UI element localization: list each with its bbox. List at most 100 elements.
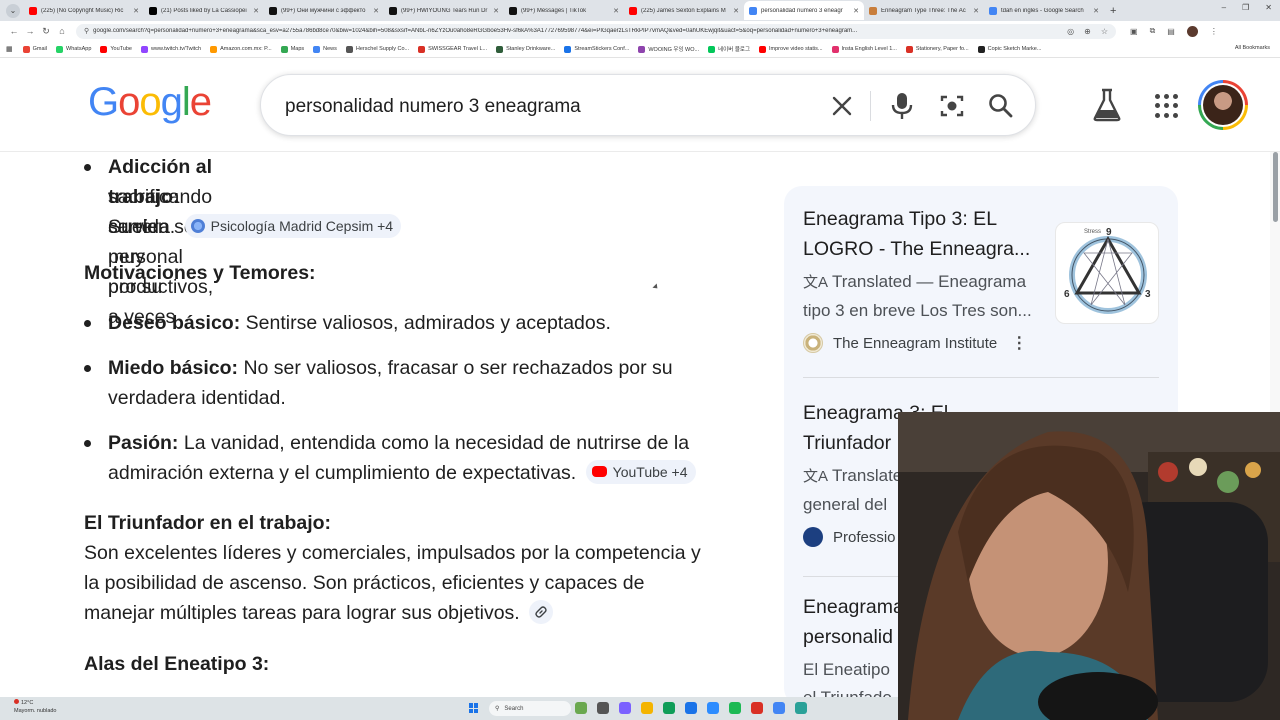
camera-search-icon[interactable] [935, 89, 969, 123]
close-window-icon[interactable]: ✕ [1265, 3, 1272, 12]
bookmark-item[interactable]: Amazon.com.mx: P... [210, 45, 272, 53]
voice-search-icon[interactable] [885, 89, 919, 123]
extension-icon[interactable]: ▣ [1130, 27, 1138, 36]
scrollbar-thumb[interactable] [1273, 152, 1278, 222]
apps-grid-icon[interactable]: ▦ [6, 45, 13, 53]
browser-tab[interactable]: (99+) HWIYOUNG Tears Run Dr ✕ [384, 1, 504, 20]
profile-avatar[interactable] [1186, 25, 1198, 37]
browser-tab[interactable]: personalidad numero 3 eneagr ✕ [744, 1, 864, 20]
bookmark-item[interactable]: Improve video statis... [759, 45, 823, 53]
bookmark-item[interactable]: Gmail [22, 45, 47, 53]
weather-widget[interactable]: 12°C Mayorm. nublado [14, 699, 57, 715]
bookmark-item[interactable]: News [313, 45, 337, 53]
browser-menu-icon[interactable]: ⋮ [1210, 27, 1218, 36]
browser-tab[interactable]: (99+) Messages | TikTok ✕ [504, 1, 624, 20]
browser-tab[interactable]: tdah en ingles - Google Search ✕ [984, 1, 1104, 20]
sidebar-icon[interactable]: ▤ [1167, 27, 1175, 36]
clear-icon[interactable] [825, 89, 859, 123]
search-icon[interactable] [984, 89, 1018, 123]
tab-close-icon[interactable]: ✕ [973, 7, 979, 15]
bookmark-label: Maps [290, 46, 305, 52]
tab-close-icon[interactable]: ✕ [133, 7, 139, 15]
source-site[interactable]: The Enneagram Institute ⋮ [803, 333, 1163, 353]
bookmark-item[interactable]: Insta English Level 1... [831, 45, 897, 53]
taskbar-app-icon[interactable] [663, 702, 675, 714]
browser-tab[interactable]: (99+) Они мужчини с эффекто ✕ [264, 1, 384, 20]
tab-search-icon[interactable]: ⌄ [6, 3, 20, 18]
search-box[interactable]: personalidad numero 3 eneagrama [260, 74, 1036, 136]
bookmark-star-icon[interactable]: ☆ [1101, 27, 1108, 36]
bookmark-item[interactable]: StreamStickers Conf... [564, 45, 629, 53]
tab-close-icon[interactable]: ✕ [853, 7, 859, 15]
account-avatar[interactable] [1198, 80, 1248, 130]
bookmark-label: Improve video statis... [769, 46, 823, 52]
tab-favicon-icon [389, 6, 397, 15]
new-tab-button[interactable]: + [1110, 5, 1116, 17]
tab-close-icon[interactable]: ✕ [1093, 7, 1099, 15]
taskbar-app-icon[interactable] [707, 702, 719, 714]
tab-close-icon[interactable]: ✕ [613, 7, 619, 15]
bookmark-favicon-icon [210, 45, 218, 53]
url-bar[interactable]: ⚲ google.com/search?q=personalidad+numer… [76, 23, 1116, 39]
browser-tab[interactable]: (225) James Sexton Explains M ✕ [624, 1, 744, 20]
maximize-icon[interactable]: ❐ [1242, 3, 1249, 12]
bookmark-item[interactable]: Herschel Supply Co... [345, 45, 410, 53]
tab-label: (21) Posts liked by La Cassiopei [161, 7, 247, 14]
source-chip-youtube[interactable]: YouTube +4 [585, 459, 696, 484]
bookmark-favicon-icon [56, 45, 63, 53]
taskbar-app-icon[interactable] [729, 702, 741, 714]
forward-icon[interactable]: → [22, 26, 38, 36]
browser-tab[interactable]: (225) (No Copyright Music) Ric ✕ [24, 1, 144, 20]
back-icon[interactable]: ← [6, 26, 22, 36]
source-title[interactable]: Eneagrama Tipo 3: EL LOGRO - The Enneagr… [803, 204, 1043, 264]
work-paragraph-line: Son excelentes líderes y comerciales, im… [84, 542, 701, 564]
browser-tab[interactable]: (21) Posts liked by La Cassiopei ✕ [144, 1, 264, 20]
google-apps-icon[interactable] [1155, 94, 1179, 118]
bookmark-item[interactable]: Copic Sketch Marke... [977, 45, 1041, 53]
google-logo[interactable]: Google [88, 80, 212, 125]
bookmark-item[interactable]: 네이버 블로그 [708, 45, 750, 53]
taskbar-app-icon[interactable] [795, 702, 807, 714]
all-bookmarks-link[interactable]: All Bookmarks [1235, 45, 1270, 51]
more-options-icon[interactable]: ⋮ [1011, 333, 1027, 353]
source-chip-psicologia[interactable]: Psicología Madrid Cepsim +4 [184, 213, 402, 238]
lens-icon[interactable]: ◎ [1067, 27, 1074, 36]
search-input[interactable]: personalidad numero 3 eneagrama [285, 96, 581, 118]
link-icon[interactable] [529, 599, 554, 624]
bookmark-label: Insta English Level 1... [841, 46, 897, 52]
tab-close-icon[interactable]: ✕ [373, 7, 379, 15]
labs-flask-icon[interactable] [1092, 88, 1122, 122]
bookmark-item[interactable]: WOOING 우잉 WO... [638, 45, 699, 53]
bookmark-label: 네이버 블로그 [718, 47, 751, 53]
bookmark-item[interactable]: Stationery, Paper fo... [905, 45, 969, 53]
bookmark-item[interactable]: Stanley Drinkware... [496, 45, 555, 53]
taskbar-app-icon[interactable] [685, 702, 697, 714]
extensions-puzzle-icon[interactable]: ⧉ [1150, 26, 1156, 36]
source-thumbnail[interactable]: Stress 9 6 3 [1055, 222, 1159, 324]
taskbar-app-icon[interactable] [751, 702, 763, 714]
home-icon[interactable]: ⌂ [54, 26, 70, 36]
zoom-icon[interactable]: ⊕ [1084, 27, 1091, 36]
taskbar-app-icon[interactable] [773, 702, 785, 714]
reload-icon[interactable]: ↻ [38, 26, 54, 37]
source-card[interactable]: Eneagrama Tipo 3: EL LOGRO - The Enneagr… [803, 204, 1163, 353]
tab-close-icon[interactable]: ✕ [733, 7, 739, 15]
bookmark-item[interactable]: SWISSGEAR Travel L... [418, 45, 487, 53]
bookmarks-bar: ▦ Gmail WhatsApp YouTube www.twitch.tv/Twit… [0, 41, 1280, 58]
taskbar-search[interactable]: ⚲ Search [489, 701, 571, 716]
bookmark-item[interactable]: YouTube [100, 45, 132, 53]
browser-tab[interactable]: Enneagram Type Three: The Ac ✕ [864, 1, 984, 20]
taskbar-app-icon[interactable] [575, 702, 587, 714]
tab-close-icon[interactable]: ✕ [493, 7, 499, 15]
taskbar-app-icon[interactable] [597, 702, 609, 714]
windows-start-icon[interactable] [469, 703, 479, 713]
bookmark-item[interactable]: WhatsApp [56, 45, 91, 53]
bookmark-item[interactable]: Maps [280, 45, 305, 53]
bookmark-item[interactable]: www.twitch.tv/Twitch [141, 45, 201, 53]
taskbar-app-icon[interactable] [641, 702, 653, 714]
minimize-icon[interactable]: – [1222, 3, 1226, 12]
tab-close-icon[interactable]: ✕ [253, 7, 259, 15]
site-info-icon[interactable]: ⚲ [84, 27, 89, 35]
taskbar-app-icon[interactable] [619, 702, 631, 714]
bookmark-label: Herschel Supply Co... [355, 46, 410, 52]
